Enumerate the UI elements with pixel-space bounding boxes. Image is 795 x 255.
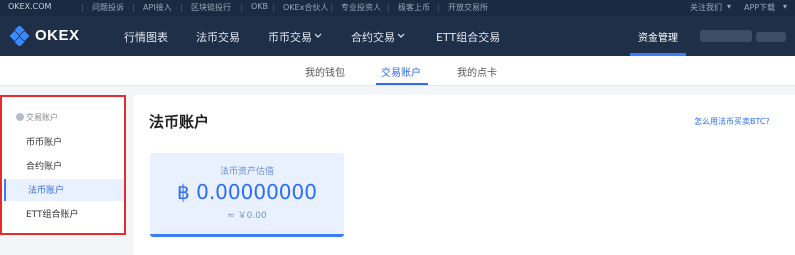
divider: [181, 4, 182, 12]
top-link-professional-investor[interactable]: 专业投资人: [341, 2, 381, 13]
sidebar-item-label: 币币账户: [26, 138, 63, 148]
sidebar-item-fiat-account[interactable]: 法币账户: [4, 179, 124, 201]
nav-ett-trading[interactable]: ETT组合交易: [436, 29, 500, 45]
account-id-blurred: [756, 32, 786, 42]
app-download-link[interactable]: APP下载: [744, 2, 775, 13]
top-utility-bar: OKEX.COM 问题投诉 API接入 区块链投行 OKB OKEx合伙人 专业…: [0, 0, 795, 16]
caret-icon: ▾: [783, 2, 788, 11]
main-panel: 法币账户 怎么用法币买卖BTC? 法币资产估值 ฿ 0.00000000 ≈ ￥…: [133, 95, 795, 255]
sidebar-item-ett-account[interactable]: ETT组合账户: [4, 203, 124, 225]
account-name-blurred[interactable]: [700, 30, 752, 42]
divider: [438, 4, 439, 12]
bullet-icon: [16, 113, 24, 121]
main-navbar: OKEX 行情图表 法币交易 币币交易 合约交易 ETT组合交易 资金管理: [0, 16, 795, 56]
caret-icon: ▾: [727, 2, 732, 11]
active-tab-indicator: [376, 83, 428, 85]
tab-my-point-card[interactable]: 我的点卡: [457, 64, 497, 79]
funds-management-label: 资金管理: [638, 33, 678, 44]
follow-us-link[interactable]: 关注我们: [690, 2, 722, 13]
nav-fiat-trading[interactable]: 法币交易: [196, 29, 240, 45]
divider: [82, 4, 83, 12]
nav-funds-management[interactable]: 资金管理: [630, 16, 686, 56]
nav-spot-trading[interactable]: 币币交易: [268, 29, 312, 45]
help-link-buy-btc[interactable]: 怎么用法币买卖BTC?: [694, 116, 770, 127]
card-label: 法币资产估值: [219, 167, 274, 177]
top-link-api[interactable]: API接入: [143, 2, 172, 13]
top-link-complaints[interactable]: 问题投诉: [92, 2, 124, 13]
divider: [388, 4, 389, 12]
divider: [273, 4, 274, 12]
nav-market-charts[interactable]: 行情图表: [124, 29, 168, 45]
divider: [331, 4, 332, 12]
logo-text: OKEX: [35, 27, 80, 44]
divider: [133, 4, 134, 12]
site-brand-link[interactable]: OKEX.COM: [8, 2, 51, 11]
top-link-listing[interactable]: 极客上币: [398, 2, 430, 13]
sidebar-header: 交易账户: [14, 112, 58, 123]
divider: [241, 4, 242, 12]
top-link-blockchain-banking[interactable]: 区块链投行: [191, 2, 231, 13]
sidebar-item-label: 合约账户: [26, 162, 63, 172]
sidebar-item-label: 法币账户: [28, 186, 65, 196]
sidebar-header-label: 交易账户: [26, 113, 58, 122]
sidebar-item-futures-account[interactable]: 合约账户: [4, 155, 124, 177]
nav-futures-trading[interactable]: 合约交易: [351, 29, 395, 45]
top-link-partner[interactable]: OKEx合伙人: [283, 2, 328, 13]
page-title: 法币账户: [149, 113, 210, 131]
card-btc-value: ฿ 0.00000000: [177, 180, 317, 204]
top-link-okb[interactable]: OKB: [251, 2, 268, 11]
tab-trading-account[interactable]: 交易账户: [381, 64, 421, 79]
card-cny-value: ≈ ￥0.00: [227, 211, 267, 221]
chevron-down-icon: [397, 33, 405, 38]
chevron-down-icon: [314, 33, 322, 38]
sidebar-item-spot-account[interactable]: 币币账户: [4, 131, 124, 153]
sub-navbar: 我的钱包 交易账户 我的点卡: [0, 56, 795, 86]
account-sidebar: 交易账户 币币账户 合约账户 法币账户 ETT组合账户: [0, 95, 126, 235]
okex-logo-icon: [10, 26, 30, 46]
okex-logo[interactable]: OKEX: [10, 25, 80, 47]
top-link-open-exchange[interactable]: 开放交易所: [448, 2, 488, 13]
sidebar-item-label: ETT组合账户: [26, 210, 79, 220]
fiat-asset-valuation-card: 法币资产估值 ฿ 0.00000000 ≈ ￥0.00: [150, 153, 344, 237]
tab-my-wallet[interactable]: 我的钱包: [305, 64, 345, 79]
